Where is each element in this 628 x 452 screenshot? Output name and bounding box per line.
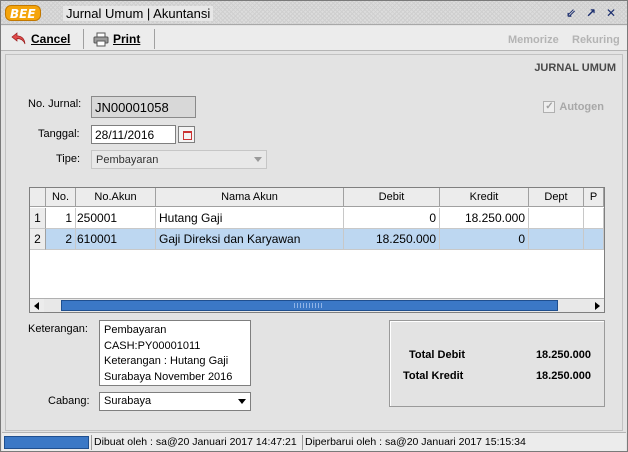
cell-no-akun[interactable]: 250001 [76,208,156,229]
cell-p[interactable] [584,229,604,250]
cell-kredit[interactable]: 0 [440,229,529,250]
form-panel: JURNAL UMUM No. Jurnal: JN00001058 ✓ Aut… [5,54,623,431]
bee-logo: BEE [5,5,41,21]
cell-dept[interactable] [529,208,584,229]
toolbar: Cancel Print Memorize Rekuring [1,26,627,51]
cell-kredit[interactable]: 18.250.000 [440,208,529,229]
autogen-checkbox[interactable]: ✓ Autogen [543,101,604,113]
cancel-label: Cancel [31,32,71,46]
print-button[interactable]: Print [93,30,140,48]
tanggal-input[interactable]: 28/11/2016 [91,125,176,144]
checkbox-check-icon: ✓ [543,101,556,113]
close-icon[interactable]: ✕ [604,6,618,20]
cell-dept[interactable] [529,229,584,250]
print-label: Print [113,32,141,46]
cell-debit[interactable]: 18.250.000 [344,229,440,250]
cell-debit[interactable]: 0 [344,208,440,229]
table-row[interactable]: 2 2 610001 Gaji Direksi dan Karyawan 18.… [30,229,604,250]
chevron-down-icon [254,157,262,162]
cell-no-akun[interactable]: 610001 [76,229,156,250]
maximize-icon[interactable]: ↗ [584,6,598,20]
rekuring-button[interactable]: Rekuring [572,34,620,46]
cancel-button[interactable]: Cancel [11,30,70,48]
column-header-p[interactable]: P [584,188,604,207]
grid-header: No. No.Akun Nama Akun Debit Kredit Dept … [30,188,604,207]
tanggal-label: Tanggal: [38,128,80,140]
keterangan-line: Surabaya November 2016 [104,370,233,383]
total-kredit-label: Total Kredit [403,370,464,382]
status-progress [4,436,89,449]
cabang-select[interactable]: Surabaya [99,392,251,411]
horizontal-scrollbar[interactable] [30,298,604,312]
no-jurnal-label: No. Jurnal: [28,98,82,110]
tipe-select[interactable]: Pembayaran [91,150,267,169]
restore-icon[interactable]: ⇙ [564,6,578,20]
memorize-button[interactable]: Memorize [508,34,559,46]
journal-window: BEE Jurnal Umum | Akuntansi ⇙ ↗ ✕ Cancel… [0,0,628,452]
keterangan-line: CASH:PY00001011 [104,339,201,352]
scroll-right-icon[interactable] [590,299,604,312]
journal-grid[interactable]: No. No.Akun Nama Akun Debit Kredit Dept … [29,187,605,313]
printer-icon [93,32,109,46]
keterangan-textarea[interactable]: Pembayaran CASH:PY00001011 Keterangan : … [99,320,251,386]
scroll-left-icon[interactable] [30,299,44,312]
undo-icon [11,32,26,45]
keterangan-line: Pembayaran [104,324,167,336]
cell-nama-akun[interactable]: Gaji Direksi dan Karyawan [156,229,344,250]
column-header-nama-akun[interactable]: Nama Akun [156,188,344,207]
autogen-label: Autogen [559,101,604,113]
cabang-value: Surabaya [104,395,152,407]
window-title: Jurnal Umum | Akuntansi [63,6,214,21]
totals-panel: Total Debit 18.250.000 Total Kredit 18.2… [389,320,605,407]
cell-p[interactable] [584,208,604,229]
row-number-header [30,188,46,207]
cell-no[interactable]: 2 [46,229,76,250]
column-header-kredit[interactable]: Kredit [440,188,529,207]
total-debit-value: 18.250.000 [535,349,591,361]
chevron-down-icon [238,399,246,404]
column-header-debit[interactable]: Debit [344,188,440,207]
tipe-label: Tipe: [56,153,81,165]
updated-by-text: Diperbarui oleh : sa@20 Januari 2017 15:… [305,436,526,448]
title-bar[interactable]: BEE Jurnal Umum | Akuntansi ⇙ ↗ ✕ [1,1,627,25]
row-number: 2 [30,229,46,250]
column-header-no[interactable]: No. [46,188,76,207]
scrollbar-thumb[interactable] [61,300,558,311]
keterangan-line: Keterangan : Hutang Gaji [104,355,229,367]
status-separator [91,435,92,450]
form-header: JURNAL UMUM [534,62,616,74]
column-header-no-akun[interactable]: No.Akun [76,188,156,207]
status-bar: Dibuat oleh : sa@20 Januari 2017 14:47:2… [2,432,626,451]
scroll-grip-icon [294,303,324,308]
cell-no[interactable]: 1 [46,208,76,229]
no-jurnal-field[interactable]: JN00001058 [91,96,196,118]
toolbar-separator [154,29,155,49]
keterangan-label: Keterangan: [28,323,88,335]
tipe-value: Pembayaran [96,153,159,166]
toolbar-separator [83,29,84,49]
created-by-text: Dibuat oleh : sa@20 Januari 2017 14:47:2… [94,436,297,448]
status-separator [302,435,303,450]
cabang-label: Cabang: [48,395,90,407]
column-header-dept[interactable]: Dept [529,188,584,207]
row-number: 1 [30,208,46,229]
total-kredit-value: 18.250.000 [535,370,591,382]
table-row[interactable]: 1 1 250001 Hutang Gaji 0 18.250.000 [30,208,604,229]
total-debit-label: Total Debit [409,349,466,361]
calendar-icon[interactable] [178,126,195,143]
cell-nama-akun[interactable]: Hutang Gaji [156,208,344,229]
